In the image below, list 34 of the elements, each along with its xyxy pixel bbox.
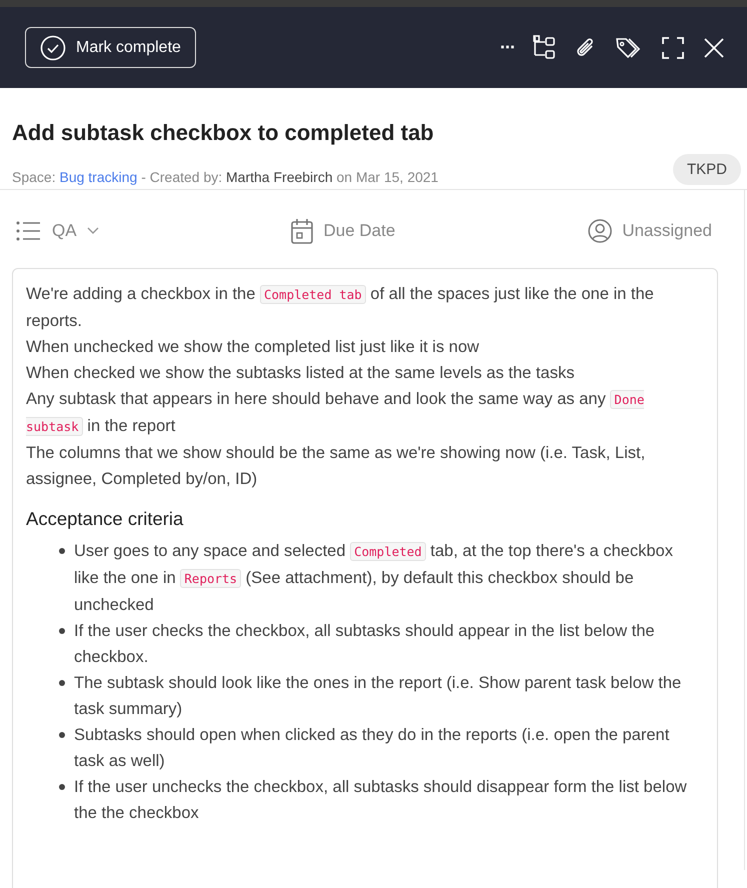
description-paragraph: Any subtask that appears in here should behave and look the same way as any Done subtask in the report: [26, 389, 646, 438]
list-icon[interactable]: [16, 220, 42, 242]
description-paragraph: When checked we show the subtasks listed at the same levels as the tasks: [26, 363, 576, 384]
description-paragraph: We're adding a checkbox in the Completed tab of all the spaces just like the one in the reports.: [26, 284, 655, 332]
criteria-item: If the user checks the checkbox, all subtasks should appear in the list below the checkbox.: [74, 621, 656, 668]
description-paragraph: When unchecked we show the completed list just like it is now: [26, 337, 480, 358]
subtasks-icon[interactable]: [533, 34, 557, 60]
criteria-item: User goes to any space and selected Completed tab, at the top there's a checkbox like the one in Reports (See attachment), by default this checkbox should be unchecked: [74, 541, 674, 616]
chevron-down-icon[interactable]: [86, 227, 99, 235]
tags-icon[interactable]: [615, 36, 643, 60]
bullet-icon: [59, 680, 65, 686]
bullet-icon: [59, 732, 65, 738]
close-icon[interactable]: [703, 36, 725, 58]
section-heading: Acceptance criteria: [26, 508, 184, 530]
list-dropdown[interactable]: QA: [52, 221, 77, 241]
task-title: Add subtask checkbox to completed tab: [11, 119, 435, 146]
bullet-icon: [59, 784, 65, 790]
check-circle-icon: [40, 34, 66, 60]
description-paragraph: The columns that we show should be the same as we're showing now (i.e. Task, List, assignee, Completed by/on, ID): [26, 443, 646, 490]
more-button[interactable]: ···: [500, 37, 515, 58]
calendar-icon[interactable]: [291, 218, 314, 244]
criteria-item: If the user unchecks the checkbox, all subtasks should disappear form the list below the the checkbox: [74, 777, 688, 824]
bullet-icon: [59, 628, 65, 634]
space-link[interactable]: Bug tracking: [59, 169, 138, 185]
assignee-button[interactable]: Unassigned: [622, 221, 712, 241]
bullet-icon: [59, 548, 65, 554]
project-tag[interactable]: TKPD: [672, 154, 741, 185]
due-date-button[interactable]: Due Date: [323, 221, 396, 241]
criteria-item: The subtask should look like the ones in the report (i.e. Show parent task below the task summary): [74, 673, 682, 720]
fullscreen-icon[interactable]: [661, 36, 685, 60]
task-meta: Space: Bug tracking - Created by: Martha Freebirch on Mar 15, 2021: [12, 169, 438, 185]
criteria-item: Subtasks should open when clicked as they do in the reports (i.e. open the parent task as well): [74, 725, 670, 772]
user-icon[interactable]: [588, 219, 612, 243]
mark-complete-button[interactable]: Mark complete: [25, 27, 196, 68]
